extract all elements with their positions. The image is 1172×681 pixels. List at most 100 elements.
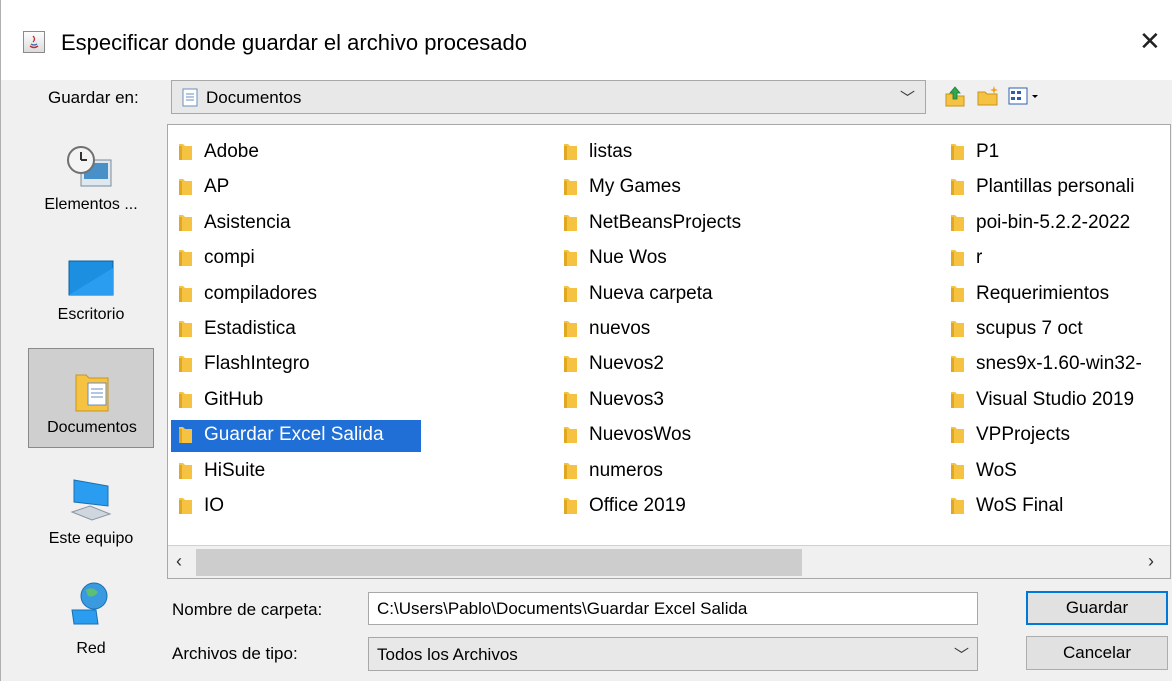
desktop-icon [68,260,114,296]
up-folder-icon[interactable] [943,84,967,108]
scroll-left-icon[interactable]: ‹ [176,551,182,572]
place-documents[interactable]: Documentos [28,348,154,448]
folder-icon [179,144,192,160]
file-name: r [976,247,983,269]
save-dialog: Especificar donde guardar el archivo pro… [0,0,1172,681]
folder-icon [564,391,577,408]
chevron-down-icon: ﹀ [954,647,970,664]
file-name: Office 2019 [589,494,686,516]
place-label: Elementos ... [44,196,138,213]
recent-items-icon [67,146,112,187]
file-name: HiSuite [204,459,266,481]
file-type-combo[interactable]: Todos los Archivos ﹀ [368,637,978,671]
title-bar: Especificar donde guardar el archivo pro… [1,0,1172,80]
file-name: NuevosWos [589,424,692,446]
folder-icon [951,144,964,160]
folder-name-label-text: Nombre de carpeta: [172,600,323,619]
folder-icon [951,391,964,408]
folder-icon [564,427,577,444]
place-computer[interactable]: Este equipo [28,458,154,558]
file-name: WoS Final [976,494,1064,516]
documents-small-icon [182,88,198,107]
folder-icon [179,391,192,408]
file-name: Nue Wos [589,247,667,269]
place-label: Red [76,640,106,657]
cancel-button[interactable]: Cancelar [1026,636,1168,670]
file-name: WoS [976,459,1017,481]
folder-icon [179,462,192,479]
folder-icon [564,214,577,231]
folder-icon [179,427,192,444]
places-bar: Elementos ... Escritorio Documentos Este… [28,124,154,664]
new-folder-icon[interactable] [976,84,1000,108]
dialog-title: Especificar donde guardar el archivo pro… [61,30,527,55]
folder-icon [564,285,577,302]
file-name: VPProjects [976,424,1070,446]
folder-name-input[interactable]: C:\Users\Pablo\Documents\Guardar Excel S… [368,592,978,625]
folder-name-value: C:\Users\Pablo\Documents\Guardar Excel S… [377,599,748,618]
file-name: Guardar Excel Salida [202,423,388,448]
file-list[interactable]: Adobe AP Asistencia compi compiladores Estadi… [167,124,1171,579]
place-label: Este equipo [48,530,134,547]
file-name: Asistencia [204,211,291,233]
folder-icon [179,250,192,267]
folder-icon [179,214,192,231]
file-name: Nuevos3 [589,388,664,410]
file-name: Plantillas personali [976,176,1135,198]
computer-icon [70,479,112,521]
file-name: NetBeansProjects [589,211,742,233]
view-menu-icon[interactable] [1007,84,1041,108]
file-type-label: Archivos de tipo: [172,644,298,663]
close-icon[interactable]: ✕ [1139,26,1161,57]
folder-icon [564,250,577,267]
file-name: P1 [976,141,1000,162]
folder-icon [951,497,964,514]
chevron-down-icon: ﹀ [900,90,916,107]
file-name: scupus 7 oct [976,317,1083,339]
file-type-value: Todos los Archivos [377,645,518,664]
file-name: Estadistica [204,317,296,339]
folder-icon [564,462,577,479]
place-desktop[interactable]: Escritorio [28,234,154,334]
file-name: FlashIntegro [204,353,310,375]
folder-icon [179,179,192,196]
folder-icon [951,250,964,267]
folder-icon [951,462,964,479]
file-name: Requerimientos [976,282,1110,304]
save-in-combo[interactable]: Documentos ﹀ [171,80,926,114]
file-name: Nueva carpeta [589,282,713,304]
place-label: Escritorio [57,306,125,323]
file-name: AP [204,176,230,198]
save-in-label: Guardar en: [48,88,139,107]
file-name: poi-bin-5.2.2-2022 [976,211,1131,233]
folder-icon [179,497,192,514]
scrollbar-thumb[interactable] [196,549,802,576]
scroll-right-icon[interactable]: › [1148,551,1154,572]
folder-icon [179,285,192,302]
folder-icon [564,497,577,514]
place-recent-items[interactable]: Elementos ... [28,124,154,224]
file-name: numeros [589,459,663,481]
save-in-value: Documentos [206,88,302,107]
folder-name-label: Nombre de carpeta: [172,600,322,620]
horizontal-scrollbar[interactable]: ‹ › [168,545,1170,578]
file-name: nuevos [589,317,651,339]
folder-icon [564,356,577,373]
folder-icon [179,356,192,373]
folder-icon [951,356,964,373]
folder-icon [564,179,577,196]
file-name: compiladores [204,282,317,304]
documents-icon [75,374,109,412]
folder-icon [179,320,192,337]
file-name: My Games [589,176,681,198]
file-name: snes9x-1.60-win32- [976,353,1142,375]
place-label: Documentos [47,419,137,436]
file-name: Adobe [204,141,259,162]
file-name: IO [204,494,225,516]
folder-icon [951,214,964,231]
place-network[interactable]: Red [28,568,154,668]
java-app-icon [23,31,45,53]
save-button[interactable]: Guardar [1026,591,1168,625]
folder-icon [951,179,964,196]
file-name: listas [589,141,633,162]
